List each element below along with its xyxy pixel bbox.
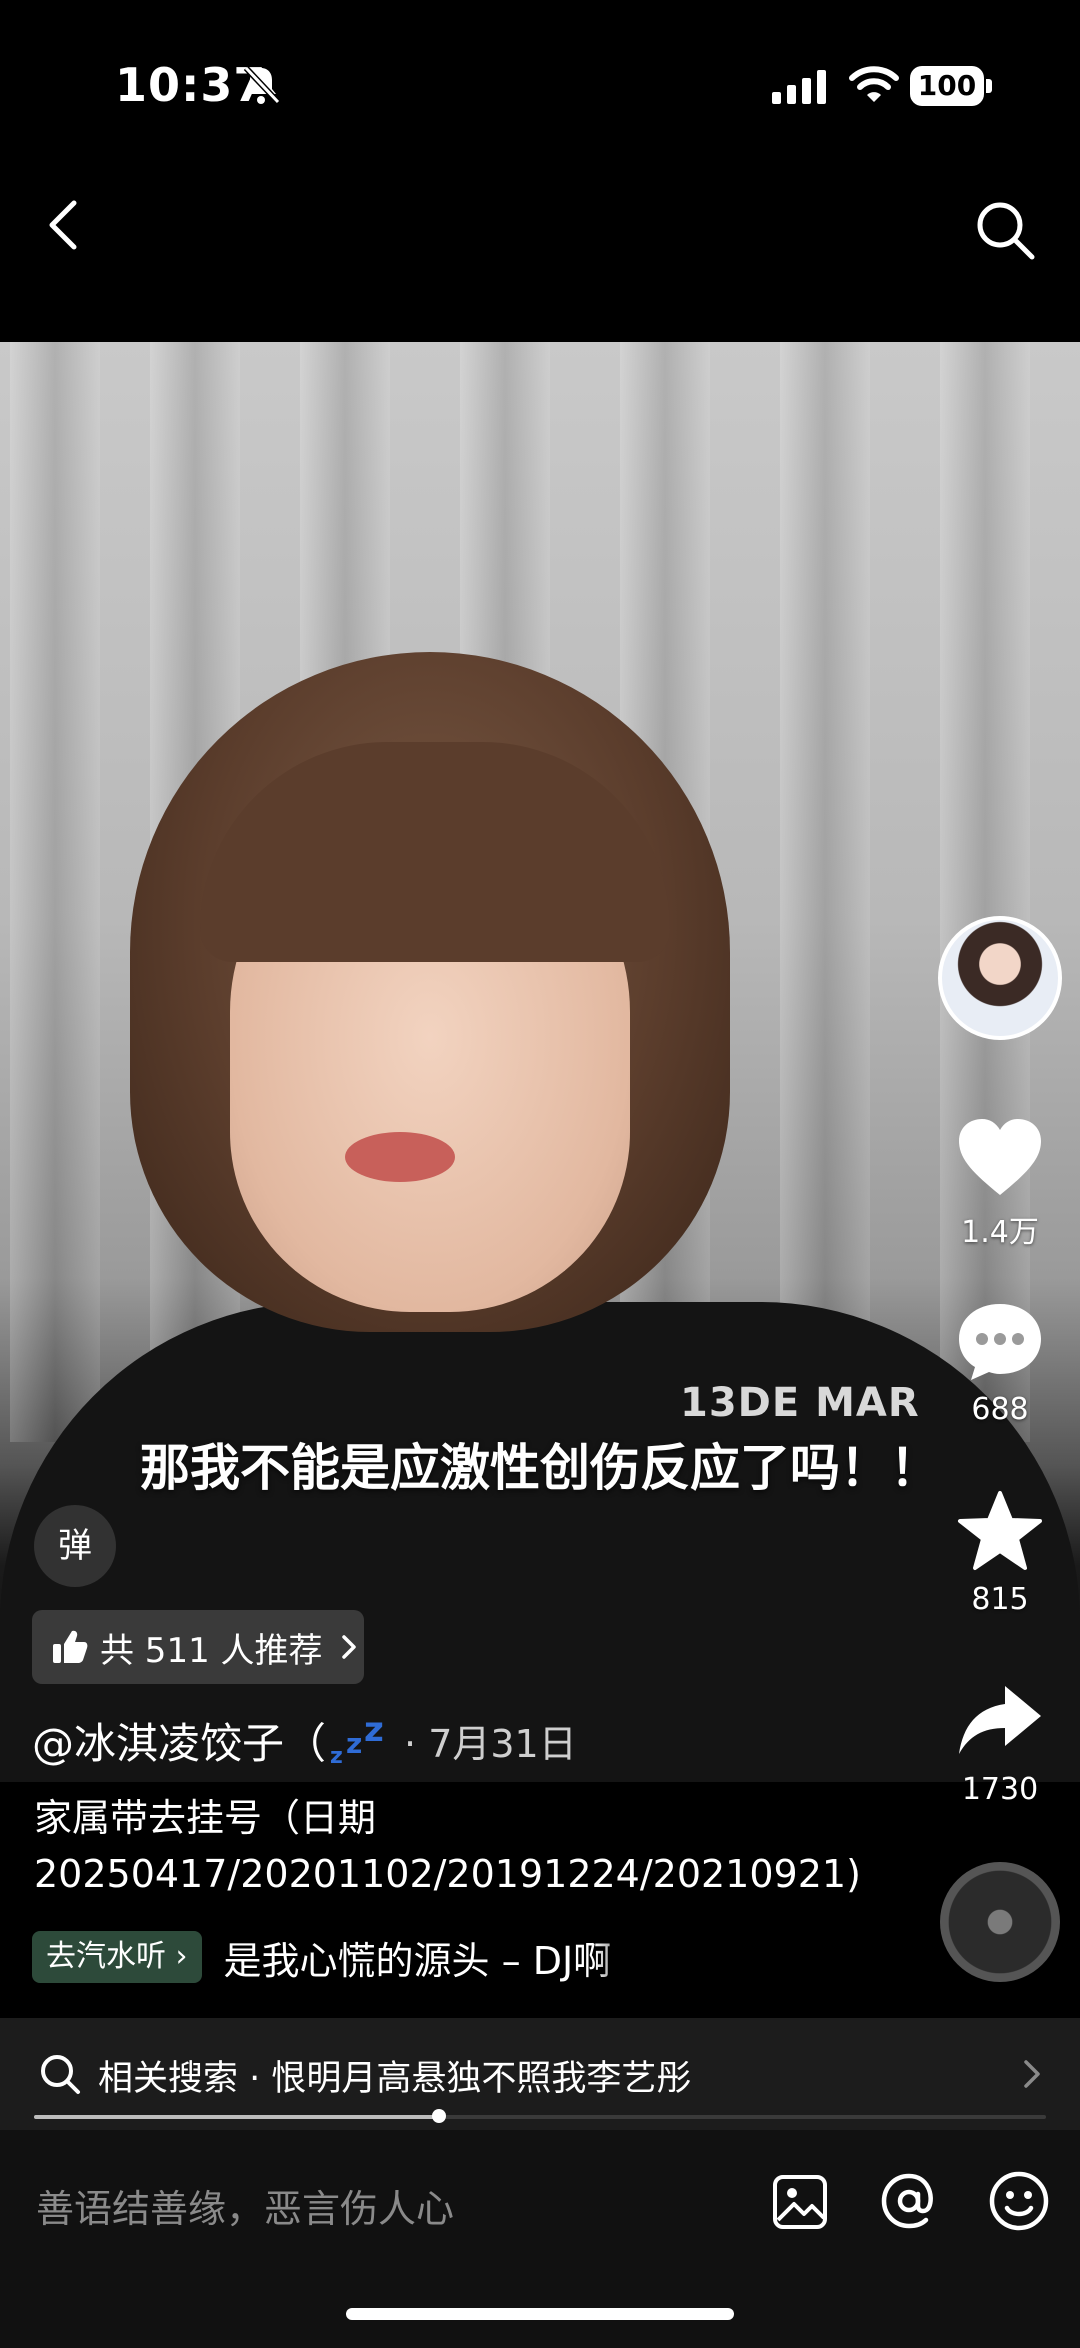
like-button[interactable]: 1.4万 bbox=[940, 1115, 1060, 1251]
home-indicator[interactable] bbox=[346, 2308, 734, 2320]
battery-indicator: 100 bbox=[910, 66, 984, 106]
danmaku-label: 弹 bbox=[58, 1526, 92, 1566]
recommend-label: 共 511 人推荐 bbox=[100, 1630, 323, 1671]
author-name[interactable]: @冰淇凌饺子（ bbox=[32, 1710, 326, 1771]
description-line-1: 家属带去挂号（日期 bbox=[34, 1796, 377, 1840]
music-disc-icon[interactable] bbox=[940, 1862, 1060, 1982]
music-row[interactable]: 去汽水听 › 是我心慌的源头 – DJ啊 bbox=[32, 1930, 644, 1984]
mention-at-icon[interactable] bbox=[876, 2168, 942, 2234]
danmaku-toggle-button[interactable]: 弹 bbox=[34, 1505, 116, 1587]
mute-bell-icon bbox=[243, 65, 281, 105]
thumbs-up-icon bbox=[53, 1630, 88, 1663]
svg-text:z: z bbox=[330, 1744, 343, 1767]
open-in-qishui-button[interactable]: 去汽水听 › bbox=[32, 1931, 202, 1983]
chevron-right-icon bbox=[341, 1635, 356, 1659]
person-mouth bbox=[345, 1132, 455, 1182]
author-line[interactable]: @冰淇凌饺子（ z z z · 7月31日 bbox=[32, 1710, 577, 1771]
comment-input[interactable] bbox=[34, 2178, 738, 2240]
favorite-count: 815 bbox=[971, 1582, 1029, 1617]
author-avatar[interactable] bbox=[938, 916, 1062, 1040]
video-subtitle: 那我不能是应激性创伤反应了吗！！ bbox=[140, 1439, 940, 1497]
chevron-right-icon bbox=[1024, 2060, 1040, 2088]
video-progress-knob[interactable] bbox=[431, 2109, 446, 2123]
comment-count: 688 bbox=[971, 1392, 1029, 1427]
share-arrow-icon bbox=[959, 1686, 1041, 1754]
search-icon bbox=[41, 2055, 80, 2094]
svg-text:z: z bbox=[364, 1715, 384, 1750]
back-button[interactable] bbox=[40, 195, 90, 255]
curtain-fold bbox=[940, 342, 1030, 1442]
share-count: 1730 bbox=[961, 1772, 1039, 1807]
related-search-label: 相关搜索 · 恨明月高悬独不照我李艺彤 bbox=[98, 2059, 692, 2099]
video-description[interactable]: 家属带去挂号（日期 20250417/20201102/20191224/202… bbox=[34, 1790, 914, 1902]
share-button[interactable]: 1730 bbox=[940, 1680, 1060, 1807]
music-title[interactable]: 是我心慌的源头 – DJ啊 bbox=[224, 1930, 644, 1985]
date-separator: · bbox=[404, 1722, 417, 1766]
chevron-right-icon: › bbox=[175, 1939, 188, 1974]
star-icon bbox=[958, 1491, 1042, 1570]
wifi-icon bbox=[849, 66, 899, 102]
heart-icon bbox=[959, 1119, 1041, 1195]
comment-bubble-icon bbox=[959, 1304, 1041, 1380]
comment-button[interactable]: 688 bbox=[940, 1300, 1060, 1427]
description-line-2: 20250417/20201102/20191224/20210921) bbox=[34, 1852, 861, 1896]
recommend-pill[interactable]: 共 511 人推荐 bbox=[32, 1610, 364, 1684]
cellular-signal-icon bbox=[772, 70, 826, 104]
music-button-label: 去汽水听 bbox=[46, 1939, 166, 1974]
sleeping-zzz-icon: z z z bbox=[330, 1715, 384, 1767]
like-count: 1.4万 bbox=[961, 1215, 1039, 1250]
image-picker-icon[interactable] bbox=[770, 2172, 830, 2232]
emoji-icon[interactable] bbox=[986, 2168, 1052, 2234]
curtain-fold bbox=[10, 342, 100, 1442]
video-player[interactable] bbox=[0, 342, 1080, 1782]
battery-nub bbox=[986, 79, 992, 93]
post-date: · 7月31日 bbox=[404, 1713, 577, 1768]
curtain-fold bbox=[780, 342, 870, 1442]
svg-text:z: z bbox=[346, 1727, 362, 1760]
search-button[interactable] bbox=[970, 195, 1040, 265]
video-progress-fill bbox=[34, 2115, 439, 2119]
date-value: 7月31日 bbox=[428, 1722, 577, 1766]
favorite-button[interactable]: 815 bbox=[940, 1490, 1060, 1617]
shirt-print-text: 13DE MAR bbox=[680, 1380, 920, 1426]
